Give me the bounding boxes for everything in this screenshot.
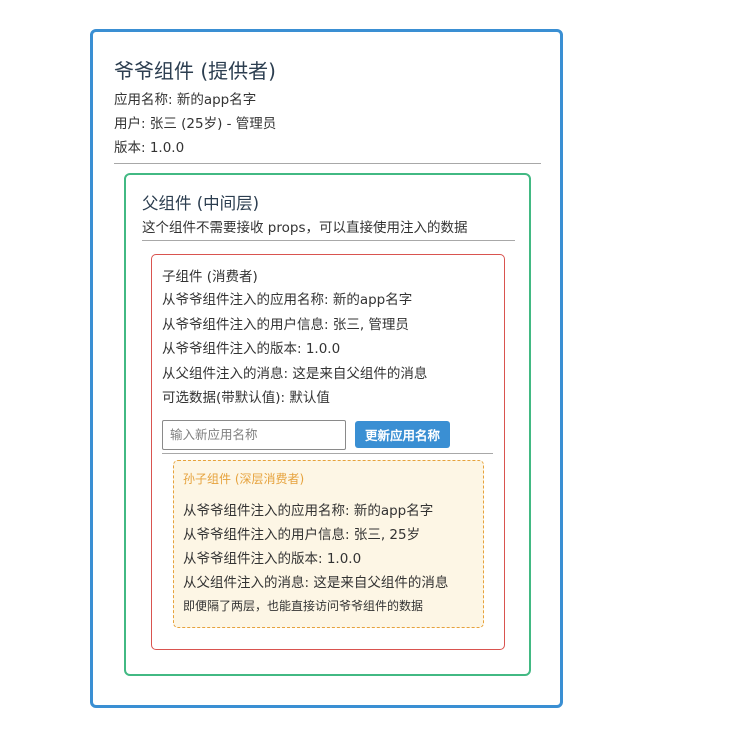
parent-component-panel: 父组件 (中间层) 这个组件不需要接收 props，可以直接使用注入的数据 子组… — [124, 173, 531, 676]
grandchild-component-panel: 孙子组件 (深层消费者) 从爷爷组件注入的应用名称: 新的app名字 从爷爷组件… — [173, 460, 484, 628]
grandchild-note: 即便隔了两层，也能直接访问爷爷组件的数据 — [183, 599, 424, 613]
grandchild-injected-user-info: 从爷爷组件注入的用户信息: 张三, 25岁 — [183, 527, 421, 543]
new-app-name-input[interactable] — [162, 419, 346, 450]
grandparent-component-panel: 爷爷组件 (提供者) 应用名称: 新的app名字 用户: 张三 (25岁) - … — [90, 29, 563, 708]
child-component-panel: 子组件 (消费者) 从爷爷组件注入的应用名称: 新的app名字 从爷爷组件注入的… — [151, 254, 505, 650]
grandchild-lines: 从爷爷组件注入的应用名称: 新的app名字 从爷爷组件注入的用户信息: 张三, … — [183, 499, 474, 617]
grandparent-app-name: 应用名称: 新的app名字 — [114, 92, 257, 108]
child-injected-parent-message: 从父组件注入的消息: 这是来自父组件的消息 — [162, 365, 428, 382]
parent-title: 父组件 (中间层) — [142, 194, 260, 213]
child-divider — [162, 452, 493, 454]
grandparent-title: 爷爷组件 (提供者) — [114, 59, 276, 83]
update-app-name-row: 更新应用名称 — [162, 419, 494, 450]
child-title: 子组件 (消费者) — [162, 269, 258, 285]
grandparent-user-info: 用户: 张三 (25岁) - 管理员 — [114, 116, 277, 132]
grandparent-divider — [114, 163, 541, 164]
grandchild-injected-parent-message: 从父组件注入的消息: 这是来自父组件的消息 — [183, 575, 449, 591]
update-app-name-button[interactable]: 更新应用名称 — [355, 421, 451, 448]
child-optional-data: 可选数据(带默认值): 默认值 — [162, 390, 330, 406]
parent-divider — [142, 240, 515, 241]
child-injected-user-info: 从爷爷组件注入的用户信息: 张三, 管理员 — [162, 316, 409, 333]
grandchild-injected-version: 从爷爷组件注入的版本: 1.0.0 — [183, 551, 362, 567]
child-injected-app-name: 从爷爷组件注入的应用名称: 新的app名字 — [162, 292, 413, 308]
child-injected-version: 从爷爷组件注入的版本: 1.0.0 — [162, 341, 341, 357]
grandchild-injected-app-name: 从爷爷组件注入的应用名称: 新的app名字 — [183, 503, 434, 519]
grandchild-title: 孙子组件 (深层消费者) — [183, 472, 305, 486]
grandparent-version: 版本: 1.0.0 — [114, 140, 185, 156]
parent-description: 这个组件不需要接收 props，可以直接使用注入的数据 — [142, 220, 468, 236]
